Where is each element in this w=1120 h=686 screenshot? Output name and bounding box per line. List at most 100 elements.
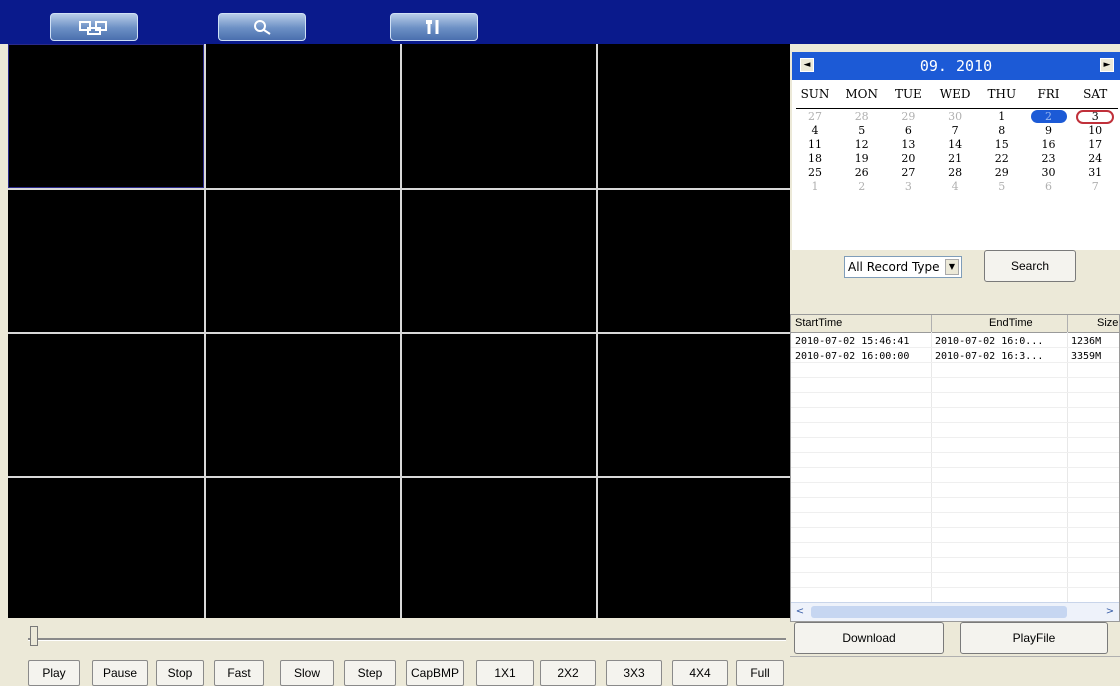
tools-button[interactable] xyxy=(390,13,478,41)
calendar-day[interactable]: 10 xyxy=(1072,124,1118,137)
1x1-button[interactable]: 1X1 xyxy=(476,660,534,686)
column-header-size[interactable]: Size xyxy=(1097,317,1118,329)
video-cell[interactable] xyxy=(596,476,790,618)
calendar-day[interactable]: 3 xyxy=(1076,110,1115,124)
playback-slider[interactable] xyxy=(8,618,790,656)
4x4-button[interactable]: 4X4 xyxy=(672,660,728,686)
calendar-day[interactable]: 29 xyxy=(885,110,931,123)
calendar-day[interactable]: 20 xyxy=(885,152,931,165)
slider-track xyxy=(28,638,786,641)
grid-line xyxy=(791,527,1119,528)
calendar-day[interactable]: 12 xyxy=(839,138,885,151)
video-cell[interactable] xyxy=(596,44,790,188)
calendar-day[interactable]: 27 xyxy=(885,166,931,179)
calendar-day[interactable]: 6 xyxy=(885,124,931,137)
video-cell[interactable] xyxy=(596,332,790,476)
calendar-day[interactable]: 1 xyxy=(979,110,1025,123)
calendar-day[interactable]: 7 xyxy=(1072,180,1118,193)
calendar-day[interactable]: 19 xyxy=(839,152,885,165)
calendar-day[interactable]: 14 xyxy=(932,138,978,151)
calendar-day[interactable]: 15 xyxy=(979,138,1025,151)
calendar-day[interactable]: 27 xyxy=(792,110,838,123)
calendar-day[interactable]: 9 xyxy=(1026,124,1072,137)
calendar-day[interactable]: 22 xyxy=(979,152,1025,165)
video-cell[interactable] xyxy=(400,188,596,332)
calendar-day[interactable]: 2 xyxy=(1030,110,1067,123)
chevron-down-icon[interactable]: ▼ xyxy=(945,259,959,275)
calendar-day[interactable]: 21 xyxy=(932,152,978,165)
scroll-left-icon[interactable]: < xyxy=(793,606,807,618)
video-cell[interactable] xyxy=(400,44,596,188)
full-button[interactable]: Full xyxy=(736,660,784,686)
column-header-starttime[interactable]: StartTime xyxy=(795,317,842,329)
video-cell[interactable] xyxy=(204,476,400,618)
video-cell[interactable] xyxy=(8,476,204,618)
scroll-right-icon[interactable]: > xyxy=(1103,606,1117,618)
fast-button[interactable]: Fast xyxy=(214,660,264,686)
search-button[interactable]: Search xyxy=(984,250,1076,282)
column-header-endtime[interactable]: EndTime xyxy=(989,317,1033,329)
step-button[interactable]: Step xyxy=(344,660,396,686)
capbmp-button[interactable]: CapBMP xyxy=(406,660,464,686)
file-list[interactable]: StartTime EndTime Size < > 2010-07-02 15… xyxy=(790,314,1120,622)
slow-button[interactable]: Slow xyxy=(280,660,334,686)
calendar-day[interactable]: 25 xyxy=(792,166,838,179)
video-cell[interactable] xyxy=(596,188,790,332)
playback-button[interactable] xyxy=(50,13,138,41)
video-cell[interactable] xyxy=(204,188,400,332)
slider-thumb[interactable] xyxy=(30,626,38,646)
video-cell[interactable] xyxy=(8,44,204,188)
calendar-day[interactable]: 18 xyxy=(792,152,838,165)
record-type-select[interactable]: All Record Type ▼ xyxy=(844,256,962,278)
calendar-day[interactable]: 17 xyxy=(1072,138,1118,151)
calendar-day[interactable]: 28 xyxy=(932,166,978,179)
scrollbar-thumb[interactable] xyxy=(811,606,1067,618)
calendar-day[interactable]: 7 xyxy=(932,124,978,137)
calendar-day[interactable]: 23 xyxy=(1026,152,1072,165)
calendar-day[interactable]: 11 xyxy=(792,138,838,151)
search-button[interactable] xyxy=(218,13,306,41)
video-grid[interactable] xyxy=(8,44,790,618)
search-icon xyxy=(254,20,271,35)
calendar-day[interactable]: 4 xyxy=(932,180,978,193)
stop-button[interactable]: Stop xyxy=(156,660,204,686)
grid-line xyxy=(791,497,1119,498)
calendar-day[interactable]: 3 xyxy=(885,180,931,193)
table-cell: 1236M xyxy=(1071,336,1102,347)
play-button[interactable]: Play xyxy=(28,660,80,686)
calendar-day[interactable]: 5 xyxy=(979,180,1025,193)
calendar-day[interactable]: 26 xyxy=(839,166,885,179)
pause-button[interactable]: Pause xyxy=(92,660,148,686)
calendar-day[interactable]: 30 xyxy=(932,110,978,123)
control-buttons: Play Pause Stop Fast Slow Step CapBMP 1X1 2X2 3X3… xyxy=(0,658,800,686)
calendar-day[interactable]: 8 xyxy=(979,124,1025,137)
calendar-day[interactable]: 24 xyxy=(1072,152,1118,165)
table-cell: 2010-07-02 16:0... xyxy=(935,336,1044,347)
table-cell: 2010-07-02 16:00:00 xyxy=(795,351,910,362)
horizontal-scrollbar[interactable]: < > xyxy=(791,602,1119,621)
2x2-button[interactable]: 2X2 xyxy=(540,660,596,686)
calendar-day[interactable]: 29 xyxy=(979,166,1025,179)
playfile-button[interactable]: PlayFile xyxy=(960,622,1108,654)
video-cell[interactable] xyxy=(400,332,596,476)
video-cell[interactable] xyxy=(400,476,596,618)
calendar-day[interactable]: 5 xyxy=(839,124,885,137)
video-cell[interactable] xyxy=(204,332,400,476)
video-cell[interactable] xyxy=(8,332,204,476)
video-cell[interactable] xyxy=(204,44,400,188)
3x3-button[interactable]: 3X3 xyxy=(606,660,662,686)
calendar-day[interactable]: 4 xyxy=(792,124,838,137)
grid-line xyxy=(596,44,598,618)
calendar-day[interactable]: 16 xyxy=(1026,138,1072,151)
download-button[interactable]: Download xyxy=(794,622,944,654)
calendar-next-button[interactable]: ► xyxy=(1100,58,1114,72)
calendar-day[interactable]: 31 xyxy=(1072,166,1118,179)
calendar-day[interactable]: 1 xyxy=(792,180,838,193)
video-cell[interactable] xyxy=(8,188,204,332)
calendar-day[interactable]: 30 xyxy=(1026,166,1072,179)
calendar-day[interactable]: 2 xyxy=(839,180,885,193)
calendar-day[interactable]: 28 xyxy=(839,110,885,123)
calendar-day[interactable]: 13 xyxy=(885,138,931,151)
right-panel: ◄ 09. 2010 ► SUN MON TUE WED THU FRI SAT 27 28 29… xyxy=(790,44,1120,654)
calendar-day[interactable]: 6 xyxy=(1026,180,1072,193)
